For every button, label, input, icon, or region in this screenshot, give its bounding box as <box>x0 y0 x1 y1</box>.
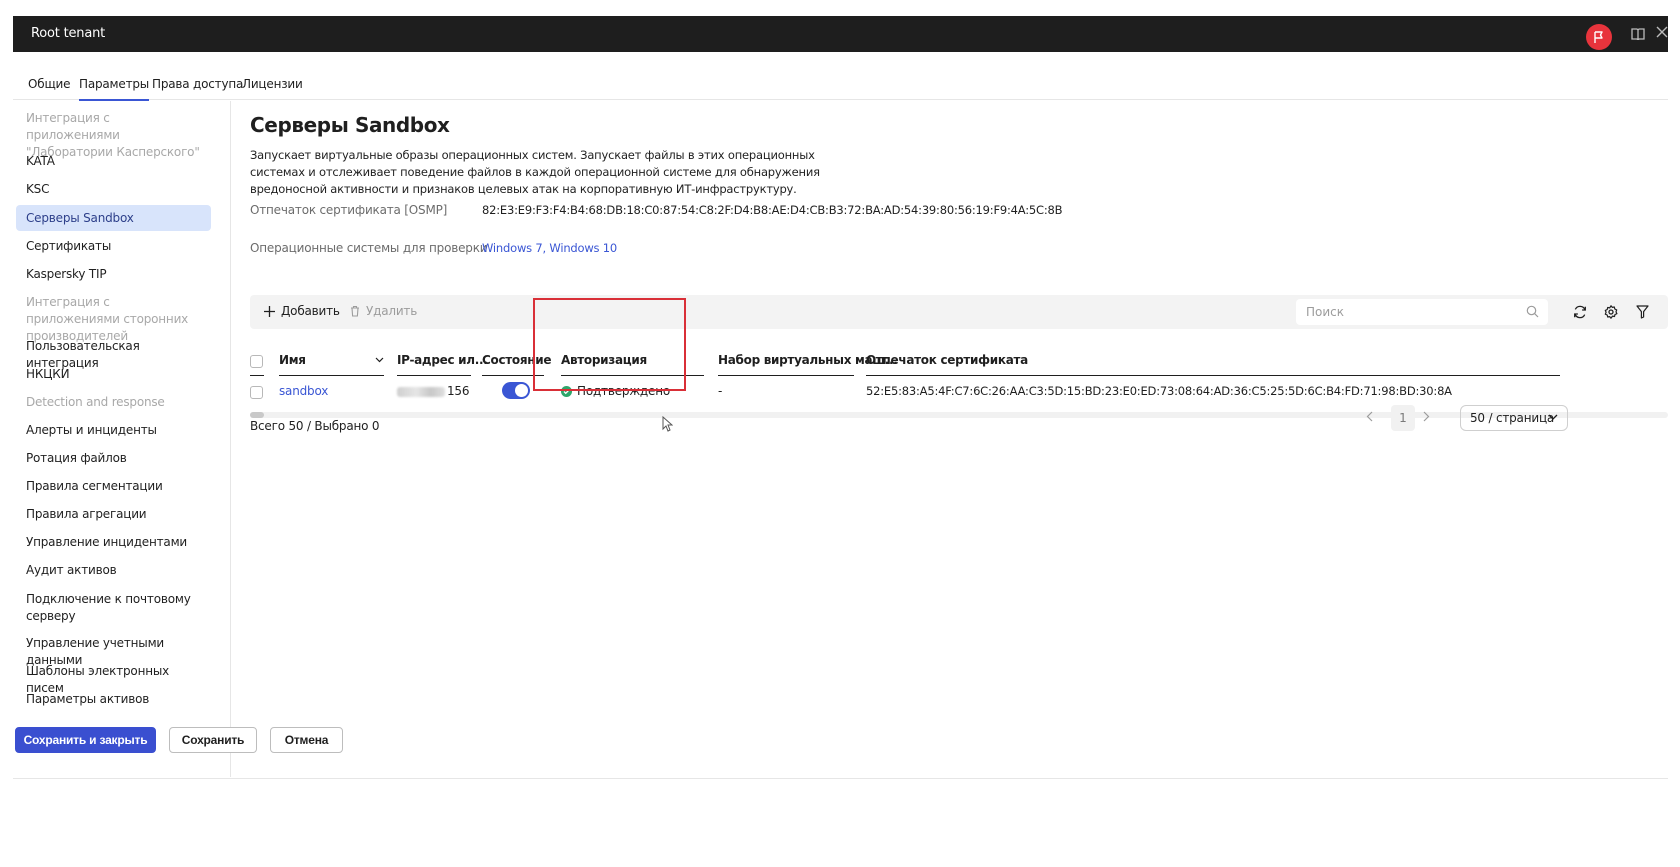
tab-access-rights[interactable]: Права доступа <box>152 77 243 91</box>
horizontal-scrollbar[interactable] <box>250 412 1668 418</box>
select-all-checkbox[interactable] <box>250 355 263 368</box>
filter-button[interactable] <box>1634 304 1650 320</box>
page-title: Серверы Sandbox <box>250 113 450 137</box>
page-number[interactable]: 1 <box>1391 405 1415 431</box>
close-icon <box>1656 26 1668 38</box>
page-description: Запускает виртуальные образы операционны… <box>250 148 820 196</box>
header-divider <box>866 375 1560 376</box>
highlight-annotation <box>533 298 686 391</box>
footer-divider <box>13 778 1668 779</box>
sidebar-item-aggregation-rules[interactable]: Правила агрегации <box>16 506 211 523</box>
trash-icon <box>351 305 359 317</box>
filter-icon <box>1635 305 1649 319</box>
sidebar-item-asset-parameters[interactable]: Параметры активов <box>16 691 211 708</box>
sidebar-item-alerts-incidents[interactable]: Алерты и инциденты <box>16 422 211 439</box>
refresh-button[interactable] <box>1572 304 1588 320</box>
column-header-ip[interactable]: IP-адрес ил... <box>397 353 488 367</box>
header-divider <box>397 375 471 376</box>
header-divider <box>718 375 854 376</box>
sidebar-item-certificates[interactable]: Сертификаты <box>16 238 211 255</box>
search-placeholder: Поиск <box>1306 305 1345 319</box>
help-button[interactable] <box>1630 26 1646 42</box>
sidebar-section-detection-response: Detection and response <box>26 395 165 409</box>
title-bar: Root tenant <box>13 16 1668 52</box>
settings-button[interactable] <box>1603 304 1619 320</box>
prev-page-button[interactable] <box>1366 410 1373 426</box>
flag-icon <box>1594 30 1603 43</box>
cert-value: 82:E3:E9:F3:F4:B4:68:DB:18:C0:87:54:C8:2… <box>482 203 1063 217</box>
sidebar-item-sandbox-servers[interactable]: Серверы Sandbox <box>16 205 211 231</box>
table-total: Всего 50 / Выбрано 0 <box>250 419 380 433</box>
row-ip: 156 <box>397 384 470 398</box>
column-header-name[interactable]: Имя <box>279 353 306 367</box>
row-cert: 52:E5:83:A5:4F:C7:6C:26:AA:C3:5D:15:BD:2… <box>866 384 1452 398</box>
flag-button[interactable] <box>1586 24 1612 50</box>
scrollbar-thumb[interactable] <box>250 412 264 418</box>
table-toolbar: Добавить Удалить Поиск <box>250 295 1668 329</box>
os-value-link[interactable]: Windows 7, Windows 10 <box>482 240 862 257</box>
add-button[interactable]: Добавить <box>264 304 340 318</box>
os-label: Операционные системы для проверки <box>250 241 488 255</box>
per-page-value: 50 / страница <box>1470 411 1555 425</box>
tab-licenses[interactable]: Лицензии <box>242 77 303 91</box>
sidebar-item-incident-management[interactable]: Управление инцидентами <box>16 534 211 551</box>
sidebar-item-segmentation-rules[interactable]: Правила сегментации <box>16 478 211 495</box>
mouse-cursor-icon <box>662 416 673 432</box>
row-name-link[interactable]: sandbox <box>279 384 328 398</box>
chevron-right-icon <box>1423 411 1430 422</box>
cancel-button[interactable]: Отмена <box>270 727 343 753</box>
tab-parameters[interactable]: Параметры <box>79 77 149 101</box>
window-title: Root tenant <box>31 26 106 41</box>
row-checkbox[interactable] <box>250 386 263 399</box>
sidebar-item-mail-server[interactable]: Подключение к почтовому серверу <box>16 591 211 625</box>
save-and-close-button[interactable]: Сохранить и закрыть <box>15 727 156 753</box>
save-button[interactable]: Сохранить <box>169 727 257 753</box>
app-window: Root tenant Общие Параметры Права доступ… <box>13 16 1668 816</box>
plus-icon <box>264 305 275 317</box>
search-icon <box>1526 305 1539 318</box>
row-vm-set: - <box>718 384 723 398</box>
main-content: Серверы Sandbox Запускает виртуальные об… <box>250 101 1668 777</box>
row-state-toggle[interactable] <box>502 382 530 399</box>
redacted-ip <box>397 386 445 397</box>
sidebar-item-kaspersky-tip[interactable]: Kaspersky TIP <box>16 266 211 283</box>
gear-icon <box>1604 305 1618 319</box>
sort-chevron-icon[interactable] <box>375 357 384 363</box>
sidebar-item-file-rotation[interactable]: Ротация файлов <box>16 450 211 467</box>
sidebar-item-kata[interactable]: KATA <box>16 153 211 170</box>
delete-button[interactable]: Удалить <box>350 304 417 318</box>
per-page-select[interactable]: 50 / страница <box>1460 405 1568 431</box>
refresh-icon <box>1574 305 1586 319</box>
chevron-down-icon <box>1548 414 1558 420</box>
header-divider <box>250 375 264 376</box>
cert-label: Отпечаток сертификата [OSMP] <box>250 203 448 217</box>
settings-tabs: Общие Параметры Права доступа Лицензии <box>13 52 1668 101</box>
add-button-label: Добавить <box>281 304 340 318</box>
chevron-left-icon <box>1366 411 1373 422</box>
search-input[interactable]: Поиск <box>1296 299 1548 325</box>
delete-button-label: Удалить <box>366 304 418 318</box>
row-ip-suffix: 156 <box>447 384 470 398</box>
header-divider <box>279 375 384 376</box>
sidebar-item-asset-audit[interactable]: Аудит активов <box>16 562 211 579</box>
close-button[interactable] <box>1656 25 1670 41</box>
column-header-cert[interactable]: Отпечаток сертификата <box>866 353 1028 367</box>
book-icon <box>1631 28 1645 40</box>
next-page-button[interactable] <box>1423 410 1430 426</box>
sidebar-item-ksc[interactable]: KSC <box>16 181 211 198</box>
tab-general[interactable]: Общие <box>28 77 71 91</box>
sidebar-item-nkcki[interactable]: НКЦКИ <box>16 366 211 383</box>
settings-sidebar: Интеграция с приложениями "Лаборатории К… <box>13 101 231 777</box>
